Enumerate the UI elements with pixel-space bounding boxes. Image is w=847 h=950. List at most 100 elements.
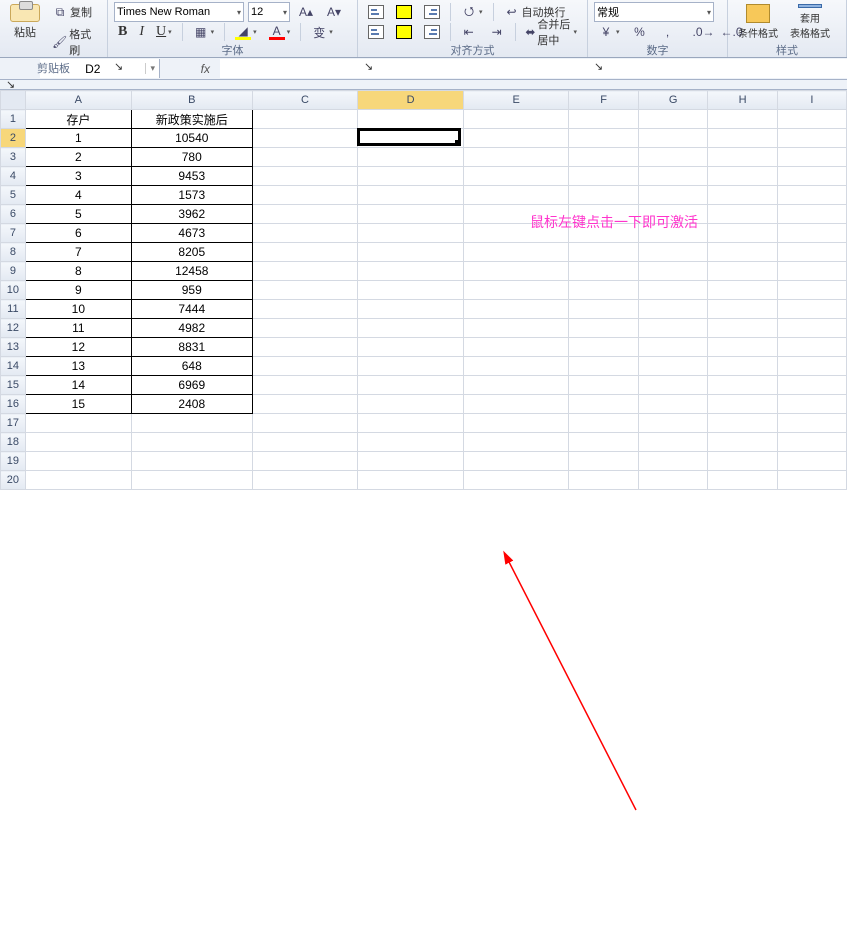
cell-D4[interactable] bbox=[358, 167, 464, 186]
cell-H12[interactable] bbox=[708, 319, 778, 338]
cell-C1[interactable] bbox=[252, 110, 358, 129]
cell-E8[interactable] bbox=[463, 243, 569, 262]
cell-B3[interactable]: 780 bbox=[131, 148, 252, 167]
column-header-H[interactable]: H bbox=[708, 91, 778, 110]
comma-button[interactable]: , bbox=[656, 22, 680, 42]
cell-A5[interactable]: 4 bbox=[25, 186, 131, 205]
cell-B20[interactable] bbox=[131, 471, 252, 490]
cell-G5[interactable] bbox=[638, 186, 708, 205]
cell-C11[interactable] bbox=[252, 300, 358, 319]
cell-E19[interactable] bbox=[463, 452, 569, 471]
cell-F9[interactable] bbox=[569, 262, 638, 281]
cell-B12[interactable]: 4982 bbox=[131, 319, 252, 338]
cell-D18[interactable] bbox=[358, 433, 464, 452]
cell-C6[interactable] bbox=[252, 205, 358, 224]
font-family-combo[interactable]: ▾ bbox=[114, 2, 244, 22]
cell-I18[interactable] bbox=[777, 433, 846, 452]
cell-H2[interactable] bbox=[708, 129, 778, 148]
cell-D7[interactable] bbox=[358, 224, 464, 243]
cell-B5[interactable]: 1573 bbox=[131, 186, 252, 205]
cell-C5[interactable] bbox=[252, 186, 358, 205]
cell-E2[interactable] bbox=[463, 129, 569, 148]
cell-A19[interactable] bbox=[25, 452, 131, 471]
cell-B7[interactable]: 4673 bbox=[131, 224, 252, 243]
select-all-corner[interactable] bbox=[1, 91, 26, 110]
cell-D10[interactable] bbox=[358, 281, 464, 300]
row-header-8[interactable]: 8 bbox=[1, 243, 26, 262]
column-header-C[interactable]: C bbox=[252, 91, 358, 110]
cell-B11[interactable]: 7444 bbox=[131, 300, 252, 319]
cell-E13[interactable] bbox=[463, 338, 569, 357]
row-header-15[interactable]: 15 bbox=[1, 376, 26, 395]
cell-F5[interactable] bbox=[569, 186, 638, 205]
row-header-14[interactable]: 14 bbox=[1, 357, 26, 376]
cell-C15[interactable] bbox=[252, 376, 358, 395]
cell-C7[interactable] bbox=[252, 224, 358, 243]
cell-C19[interactable] bbox=[252, 452, 358, 471]
cell-B10[interactable]: 959 bbox=[131, 281, 252, 300]
cell-A16[interactable]: 15 bbox=[25, 395, 131, 414]
cell-C20[interactable] bbox=[252, 471, 358, 490]
row-header-9[interactable]: 9 bbox=[1, 262, 26, 281]
cell-F14[interactable] bbox=[569, 357, 638, 376]
cell-C13[interactable] bbox=[252, 338, 358, 357]
cell-H16[interactable] bbox=[708, 395, 778, 414]
underline-button[interactable]: U▾ bbox=[152, 22, 176, 42]
fill-color-button[interactable]: ◢▾ bbox=[231, 22, 261, 42]
number-dialog-launcher[interactable]: ↘ bbox=[594, 60, 721, 73]
font-dialog-launcher[interactable]: ↘ bbox=[114, 60, 351, 73]
cell-D12[interactable] bbox=[358, 319, 464, 338]
cell-D13[interactable] bbox=[358, 338, 464, 357]
align-top-button[interactable] bbox=[364, 3, 388, 21]
cell-C10[interactable] bbox=[252, 281, 358, 300]
cell-B17[interactable] bbox=[131, 414, 252, 433]
cell-G20[interactable] bbox=[638, 471, 708, 490]
cell-F15[interactable] bbox=[569, 376, 638, 395]
cell-H10[interactable] bbox=[708, 281, 778, 300]
cell-F1[interactable] bbox=[569, 110, 638, 129]
copy-button[interactable]: ⧉ 复制 bbox=[48, 2, 101, 22]
cell-G4[interactable] bbox=[638, 167, 708, 186]
font-size-combo[interactable]: ▾ bbox=[248, 2, 290, 22]
cell-D6[interactable] bbox=[358, 205, 464, 224]
increase-indent-button[interactable]: ⇥ bbox=[485, 22, 509, 42]
cell-A3[interactable]: 2 bbox=[25, 148, 131, 167]
cell-C17[interactable] bbox=[252, 414, 358, 433]
row-header-20[interactable]: 20 bbox=[1, 471, 26, 490]
spreadsheet-grid[interactable]: ABCDEFGHI1存户新政策实施后2110540327804394535415… bbox=[0, 90, 847, 490]
cell-A9[interactable]: 8 bbox=[25, 262, 131, 281]
cell-D3[interactable] bbox=[358, 148, 464, 167]
cell-I7[interactable] bbox=[777, 224, 846, 243]
cell-D2[interactable] bbox=[358, 129, 464, 148]
cell-D5[interactable] bbox=[358, 186, 464, 205]
table-format-button[interactable]: 套用 表格格式 bbox=[784, 2, 836, 42]
cell-H7[interactable] bbox=[708, 224, 778, 243]
cell-F8[interactable] bbox=[569, 243, 638, 262]
row-header-13[interactable]: 13 bbox=[1, 338, 26, 357]
cell-D8[interactable] bbox=[358, 243, 464, 262]
cell-E11[interactable] bbox=[463, 300, 569, 319]
cell-H20[interactable] bbox=[708, 471, 778, 490]
cell-I1[interactable] bbox=[777, 110, 846, 129]
orientation-button[interactable]: ⭯▾ bbox=[457, 2, 487, 22]
cell-I4[interactable] bbox=[777, 167, 846, 186]
cell-G8[interactable] bbox=[638, 243, 708, 262]
cell-C4[interactable] bbox=[252, 167, 358, 186]
paste-button[interactable]: 粘贴 bbox=[6, 2, 44, 42]
row-header-2[interactable]: 2 bbox=[1, 129, 26, 148]
cell-F18[interactable] bbox=[569, 433, 638, 452]
cell-C16[interactable] bbox=[252, 395, 358, 414]
cell-F2[interactable] bbox=[569, 129, 638, 148]
cell-E1[interactable] bbox=[463, 110, 569, 129]
cell-B13[interactable]: 8831 bbox=[131, 338, 252, 357]
cell-I13[interactable] bbox=[777, 338, 846, 357]
cell-H15[interactable] bbox=[708, 376, 778, 395]
cell-D1[interactable] bbox=[358, 110, 464, 129]
font-family-input[interactable] bbox=[117, 6, 235, 18]
row-header-1[interactable]: 1 bbox=[1, 110, 26, 129]
cell-H17[interactable] bbox=[708, 414, 778, 433]
cell-C18[interactable] bbox=[252, 433, 358, 452]
cell-F3[interactable] bbox=[569, 148, 638, 167]
cell-A6[interactable]: 5 bbox=[25, 205, 131, 224]
cell-B16[interactable]: 2408 bbox=[131, 395, 252, 414]
